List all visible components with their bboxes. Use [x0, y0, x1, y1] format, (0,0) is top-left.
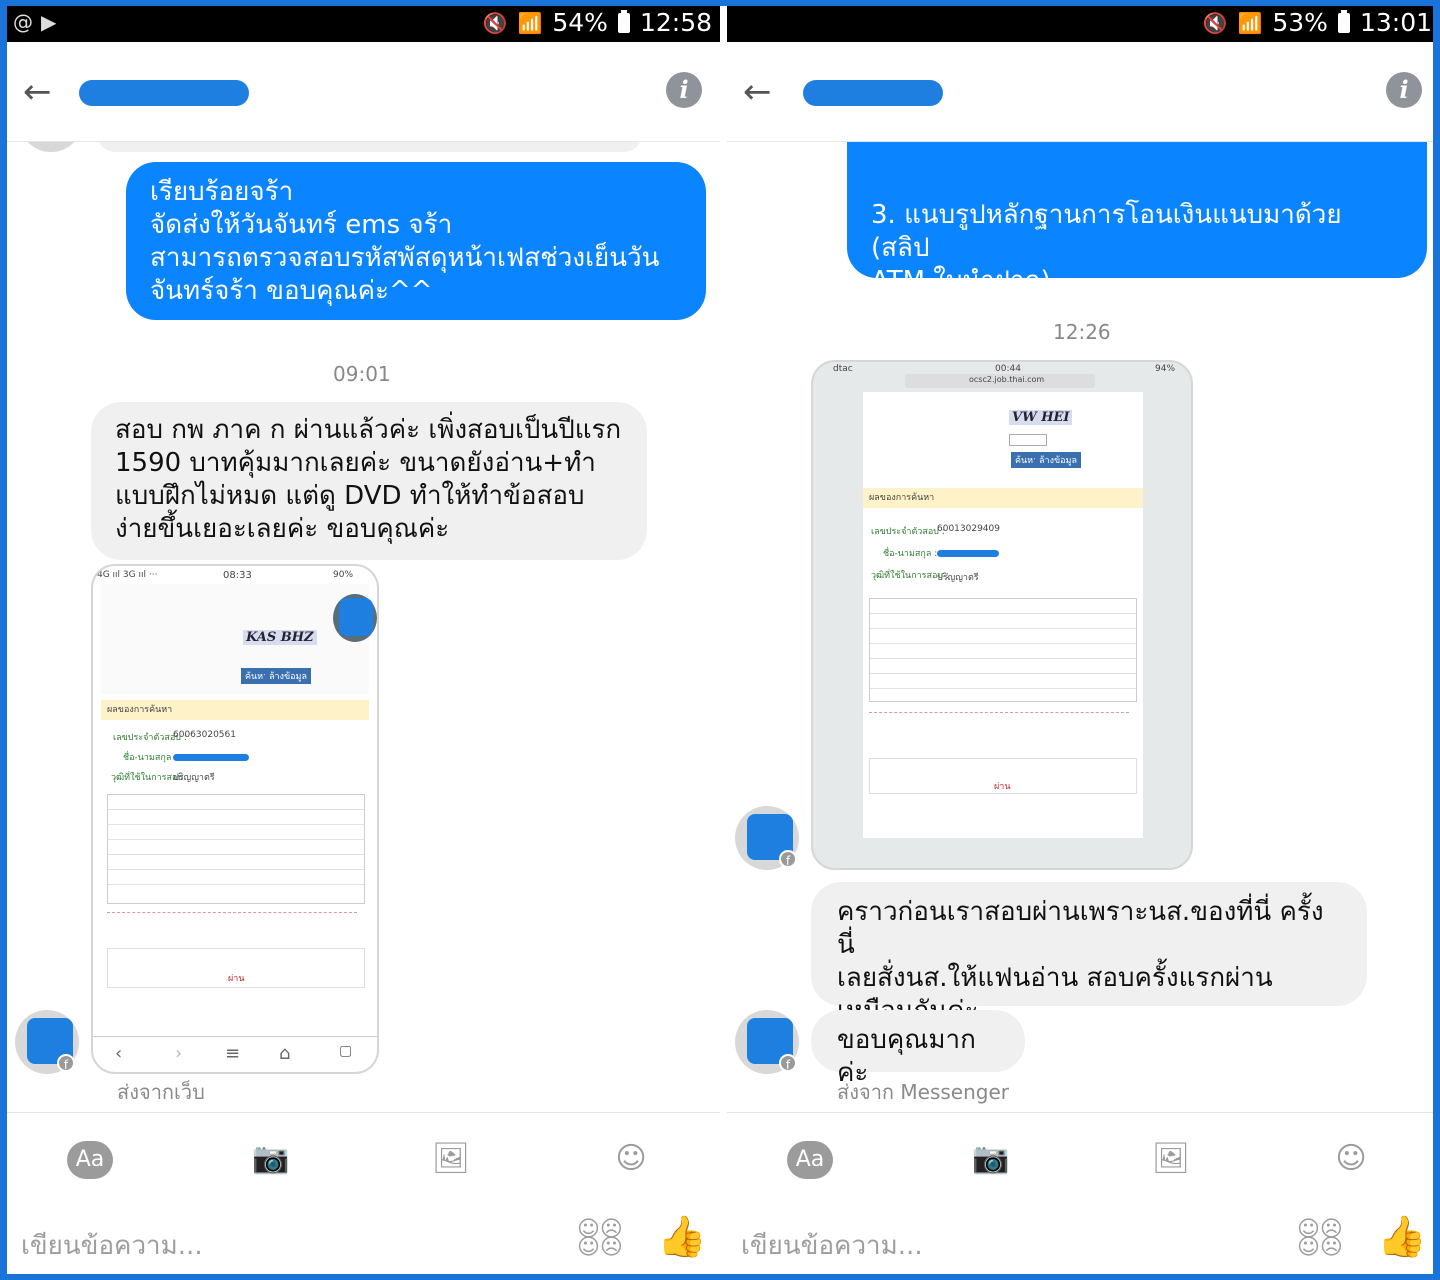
camera-icon[interactable]: 📷 — [967, 1135, 1015, 1183]
shot-result-box: ผ่าน — [107, 948, 365, 988]
battery-icon — [1337, 9, 1350, 33]
status-bar: @ ▶ 🔇 📶 54% 12:58 — [7, 6, 720, 42]
text-format-icon[interactable]: Aa — [787, 1141, 833, 1179]
shot-avatar — [333, 594, 377, 642]
shot-back-icon: ‹ — [115, 1043, 123, 1064]
incoming-message[interactable]: ขอบคุณมากค่ะ — [811, 1010, 1025, 1088]
message-timestamp: 09:01 — [333, 362, 391, 386]
sent-via-label: ส่งจากเว็บ — [117, 1080, 205, 1104]
shot-value-degree: ปริญญาตรี — [937, 573, 979, 583]
conversation-header: ← i — [727, 42, 1433, 142]
battery-percent: 54% — [552, 8, 608, 37]
signal-icon: 📶 — [517, 10, 543, 35]
shot-clear-button: ล้างข้อมูล — [265, 668, 311, 684]
facebook-badge-icon: f — [57, 1054, 75, 1072]
mute-icon: 🔇 — [1202, 10, 1228, 35]
shot-value-degree: ปริญญาตรี — [173, 773, 215, 783]
play-notification-icon: ▶ — [41, 10, 57, 34]
shot-name-redaction — [173, 754, 249, 761]
outgoing-message[interactable]: เรียบร้อยจร้า จัดส่งให้วันจันทร์ ems จร้… — [126, 162, 706, 320]
like-icon[interactable]: 👍 — [657, 1213, 707, 1260]
shot-status-battery: 94% — [1155, 364, 1176, 374]
shot-captcha-input — [1009, 434, 1047, 446]
back-arrow-icon[interactable]: ← — [743, 72, 772, 112]
conversation-header: ← i — [7, 42, 720, 142]
shot-status-time: 08:33 — [223, 570, 252, 581]
shot-label-name: ชื่อ-นามสกุล : — [123, 753, 178, 763]
image-icon[interactable]: 🖼 — [427, 1135, 475, 1183]
screenshot-frame: @ ▶ 🔇 📶 54% 12:58 ← i เรียบร้อยจร้า จัดส… — [7, 6, 1433, 1274]
clock: 13:01 — [1359, 8, 1432, 37]
emoji-icon[interactable]: ☺ — [1327, 1135, 1375, 1183]
mute-icon: 🔇 — [482, 10, 508, 35]
image-icon[interactable]: 🖼 — [1147, 1135, 1195, 1183]
shot-value-id: 60063020561 — [173, 730, 236, 740]
clock: 12:58 — [639, 8, 712, 37]
shot-notes — [869, 712, 1129, 746]
shot-score-table — [869, 598, 1137, 702]
shot-status-left: 4G ııl 3G ııl ··· — [97, 570, 158, 580]
right-conversation: 🔇 📶 53% 13:01 ← i 3. แนบรูปหลักฐานการโอน… — [727, 6, 1433, 1274]
message-input[interactable]: เขียนข้อความ... — [21, 1225, 203, 1266]
outgoing-message-text: 3. แนบรูปหลักฐานการโอนเงินแนบมาด้วย (สลิ… — [871, 200, 1342, 296]
shot-result-header: ผลของการค้นหา — [863, 488, 1143, 508]
shot-label-name: ชื่อ-นามสกุล : — [883, 549, 938, 559]
shot-name-redaction — [937, 550, 999, 557]
like-icon[interactable]: 👍 — [1377, 1213, 1427, 1260]
facebook-badge-icon: f — [779, 850, 797, 868]
message-input[interactable]: เขียนข้อความ... — [741, 1225, 923, 1266]
sticker-icon[interactable]: ☺☹ ☺☹ — [577, 1219, 623, 1259]
shot-status-left: dtac — [833, 364, 853, 374]
info-icon[interactable]: i — [666, 72, 702, 108]
shot-result-box: ผ่าน — [869, 758, 1137, 794]
shot-menu-icon: ≡ — [225, 1043, 241, 1064]
left-conversation: @ ▶ 🔇 📶 54% 12:58 ← i เรียบร้อยจร้า จัดส… — [7, 6, 720, 1274]
message-composer: Aa 📷 🖼 ☺ เขียนข้อความ... ☺☹ ☺☹ 👍 — [7, 1112, 720, 1274]
shot-browser-nav: ‹ › ≡ ⌂ ▢ — [93, 1036, 377, 1072]
battery-icon — [617, 9, 630, 33]
status-bar: 🔇 📶 53% 13:01 — [727, 6, 1433, 42]
shot-score-table — [107, 794, 365, 904]
at-notification-icon: @ — [13, 10, 33, 34]
message-composer: Aa 📷 🖼 ☺ เขียนข้อความ... ☺☹ ☺☹ 👍 — [727, 1112, 1433, 1274]
shot-form — [101, 584, 369, 694]
shot-forward-icon: › — [175, 1043, 183, 1064]
shot-result-header: ผลของการค้นหา — [101, 700, 369, 720]
shot-home-icon: ⌂ — [279, 1043, 291, 1064]
info-icon[interactable]: i — [1386, 72, 1422, 108]
sent-via-label: ส่งจาก Messenger — [837, 1080, 1009, 1104]
incoming-message[interactable]: คราวก่อนเราสอบผ่านเพราะนส.ของที่นี่ ครั้… — [811, 882, 1367, 1026]
shot-status-time: 00:44 — [995, 364, 1021, 374]
shot-value-id: 60013029409 — [937, 524, 1000, 534]
shot-label-id: เลขประจำตัวสอบ : — [871, 527, 945, 537]
outgoing-message-more: เพิ่มเติม — [871, 332, 966, 362]
shot-captcha: KAS BHZ — [243, 630, 317, 645]
shot-url-bar: ocsc2.job.thai.com — [905, 374, 1095, 388]
sticker-icon[interactable]: ☺☹ ☺☹ — [1297, 1219, 1343, 1259]
signal-icon: 📶 — [1237, 10, 1263, 35]
shot-pass: ผ่าน — [228, 974, 245, 984]
attached-screenshot[interactable]: 4G ııl 3G ııl ··· 08:33 90% KAS BHZ ค้นห… — [91, 564, 379, 1074]
contact-name-redacted — [803, 80, 943, 106]
attached-screenshot[interactable]: dtac 00:44 94% ocsc2.job.thai.com VW HEI… — [811, 360, 1193, 870]
text-format-icon[interactable]: Aa — [67, 1141, 113, 1179]
facebook-badge-icon: f — [779, 1054, 797, 1072]
emoji-icon[interactable]: ☺ — [607, 1135, 655, 1183]
incoming-message[interactable]: สอบ กพ ภาค ก ผ่านแล้วค่ะ เพิ่งสอบเป็นปีแ… — [91, 402, 647, 560]
contact-name-redacted — [79, 80, 249, 106]
camera-icon[interactable]: 📷 — [247, 1135, 295, 1183]
shot-url: ocsc2.job.thai.com — [969, 375, 1045, 384]
shot-tabs-icon: ▢ — [339, 1043, 353, 1059]
back-arrow-icon[interactable]: ← — [23, 72, 52, 112]
shot-status-battery: 90% — [333, 570, 354, 580]
shot-notes — [107, 912, 357, 942]
message-timestamp: 12:26 — [1053, 320, 1111, 344]
shot-clear-button: ล้างข้อมูล — [1035, 452, 1081, 468]
shot-pass: ผ่าน — [994, 782, 1011, 792]
battery-percent: 53% — [1272, 8, 1328, 37]
shot-captcha: VW HEI — [1009, 410, 1073, 425]
